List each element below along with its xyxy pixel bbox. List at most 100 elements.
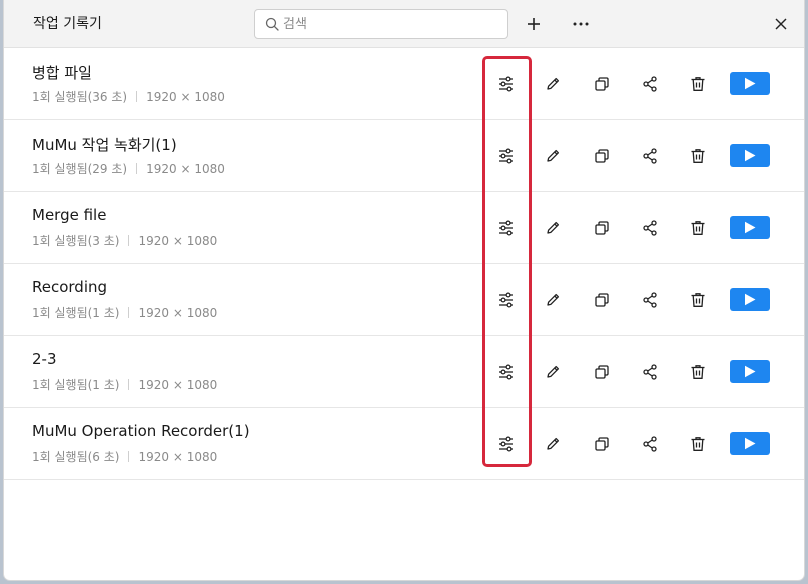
delete-button[interactable] — [685, 359, 711, 385]
delete-button[interactable] — [685, 215, 711, 241]
copy-icon — [595, 149, 609, 163]
play-button[interactable] — [730, 216, 770, 239]
edit-button[interactable] — [540, 287, 566, 313]
delete-button[interactable] — [685, 287, 711, 313]
play-button[interactable] — [730, 432, 770, 455]
settings-button[interactable] — [493, 359, 519, 385]
play-icon — [745, 293, 756, 306]
duplicate-button[interactable] — [589, 215, 615, 241]
recording-name: MuMu 작업 녹화기(1) — [32, 136, 177, 154]
copy-icon — [595, 365, 609, 379]
meta-divider — [128, 451, 130, 462]
play-icon — [745, 149, 756, 162]
duplicate-button[interactable] — [589, 71, 615, 97]
window-title: 작업 기록기 — [33, 16, 102, 32]
recording-row[interactable]: Merge file 1회 실행됨(3 초) 1920 × 1080 — [4, 192, 804, 264]
settings-sliders-icon — [499, 148, 513, 164]
meta-divider — [128, 307, 130, 318]
duplicate-button[interactable] — [589, 287, 615, 313]
search-icon — [265, 17, 279, 31]
edit-pencil-icon — [547, 77, 560, 90]
edit-button[interactable] — [540, 71, 566, 97]
settings-sliders-icon — [499, 220, 513, 236]
more-icon — [573, 22, 589, 26]
edit-button[interactable] — [540, 215, 566, 241]
recording-meta: 1회 실행됨(6 초) 1920 × 1080 — [32, 448, 217, 465]
close-icon — [775, 18, 787, 30]
recording-name: 2-3 — [32, 350, 57, 368]
search-input[interactable] — [283, 16, 503, 32]
play-button[interactable] — [730, 72, 770, 95]
duplicate-button[interactable] — [589, 431, 615, 457]
trash-icon — [691, 293, 705, 307]
share-icon — [643, 364, 657, 380]
recording-name: Merge file — [32, 206, 107, 224]
edit-button[interactable] — [540, 431, 566, 457]
recording-row[interactable]: MuMu 작업 녹화기(1) 1회 실행됨(29 초) 1920 × 1080 — [4, 120, 804, 192]
edit-button[interactable] — [540, 143, 566, 169]
share-button[interactable] — [637, 143, 663, 169]
play-button[interactable] — [730, 360, 770, 383]
resolution: 1920 × 1080 — [146, 89, 225, 104]
trash-icon — [691, 365, 705, 379]
plus-icon — [528, 18, 540, 30]
settings-button[interactable] — [493, 287, 519, 313]
run-count: 1회 실행됨(1 초) — [32, 378, 120, 392]
delete-button[interactable] — [685, 431, 711, 457]
resolution: 1920 × 1080 — [138, 377, 218, 392]
copy-icon — [595, 221, 609, 235]
recording-name: MuMu Operation Recorder(1) — [32, 422, 250, 440]
more-button[interactable] — [567, 10, 595, 38]
run-count: 1회 실행됨(6 초) — [32, 450, 120, 464]
share-button[interactable] — [637, 71, 663, 97]
trash-icon — [691, 221, 705, 235]
settings-sliders-icon — [499, 76, 513, 92]
edit-pencil-icon — [547, 221, 560, 234]
recording-name: 병합 파일 — [32, 64, 92, 82]
play-button[interactable] — [730, 288, 770, 311]
share-icon — [643, 436, 657, 452]
recording-meta: 1회 실행됨(1 초) 1920 × 1080 — [32, 376, 217, 393]
close-button[interactable] — [767, 10, 795, 38]
settings-button[interactable] — [493, 71, 519, 97]
resolution: 1920 × 1080 — [138, 305, 218, 320]
share-button[interactable] — [637, 287, 663, 313]
add-button[interactable] — [520, 10, 548, 38]
edit-pencil-icon — [547, 365, 560, 378]
settings-button[interactable] — [493, 215, 519, 241]
settings-button[interactable] — [493, 431, 519, 457]
recording-row[interactable]: Recording 1회 실행됨(1 초) 1920 × 1080 — [4, 264, 804, 336]
settings-sliders-icon — [499, 292, 513, 308]
edit-button[interactable] — [540, 359, 566, 385]
delete-button[interactable] — [685, 143, 711, 169]
play-icon — [745, 365, 756, 378]
share-button[interactable] — [637, 359, 663, 385]
run-count: 1회 실행됨(36 초) — [32, 90, 128, 104]
resolution: 1920 × 1080 — [138, 233, 218, 248]
settings-sliders-icon — [499, 436, 513, 452]
settings-button[interactable] — [493, 143, 519, 169]
edit-pencil-icon — [547, 437, 560, 450]
duplicate-button[interactable] — [589, 143, 615, 169]
run-count: 1회 실행됨(29 초) — [32, 162, 128, 176]
play-icon — [745, 221, 756, 234]
recording-row[interactable]: 병합 파일 1회 실행됨(36 초) 1920 × 1080 — [4, 48, 804, 120]
trash-icon — [691, 437, 705, 451]
share-button[interactable] — [637, 431, 663, 457]
copy-icon — [595, 293, 609, 307]
share-button[interactable] — [637, 215, 663, 241]
delete-button[interactable] — [685, 71, 711, 97]
share-icon — [643, 76, 657, 92]
play-icon — [745, 437, 756, 450]
share-icon — [643, 148, 657, 164]
duplicate-button[interactable] — [589, 359, 615, 385]
recording-meta: 1회 실행됨(29 초) 1920 × 1080 — [32, 160, 225, 177]
edit-pencil-icon — [547, 149, 560, 162]
recording-name: Recording — [32, 278, 108, 296]
search-box[interactable] — [254, 9, 508, 39]
run-count: 1회 실행됨(1 초) — [32, 306, 120, 320]
play-button[interactable] — [730, 144, 770, 167]
recording-row[interactable]: MuMu Operation Recorder(1) 1회 실행됨(6 초) 1… — [4, 408, 804, 480]
recording-row[interactable]: 2-3 1회 실행됨(1 초) 1920 × 1080 — [4, 336, 804, 408]
share-icon — [643, 220, 657, 236]
